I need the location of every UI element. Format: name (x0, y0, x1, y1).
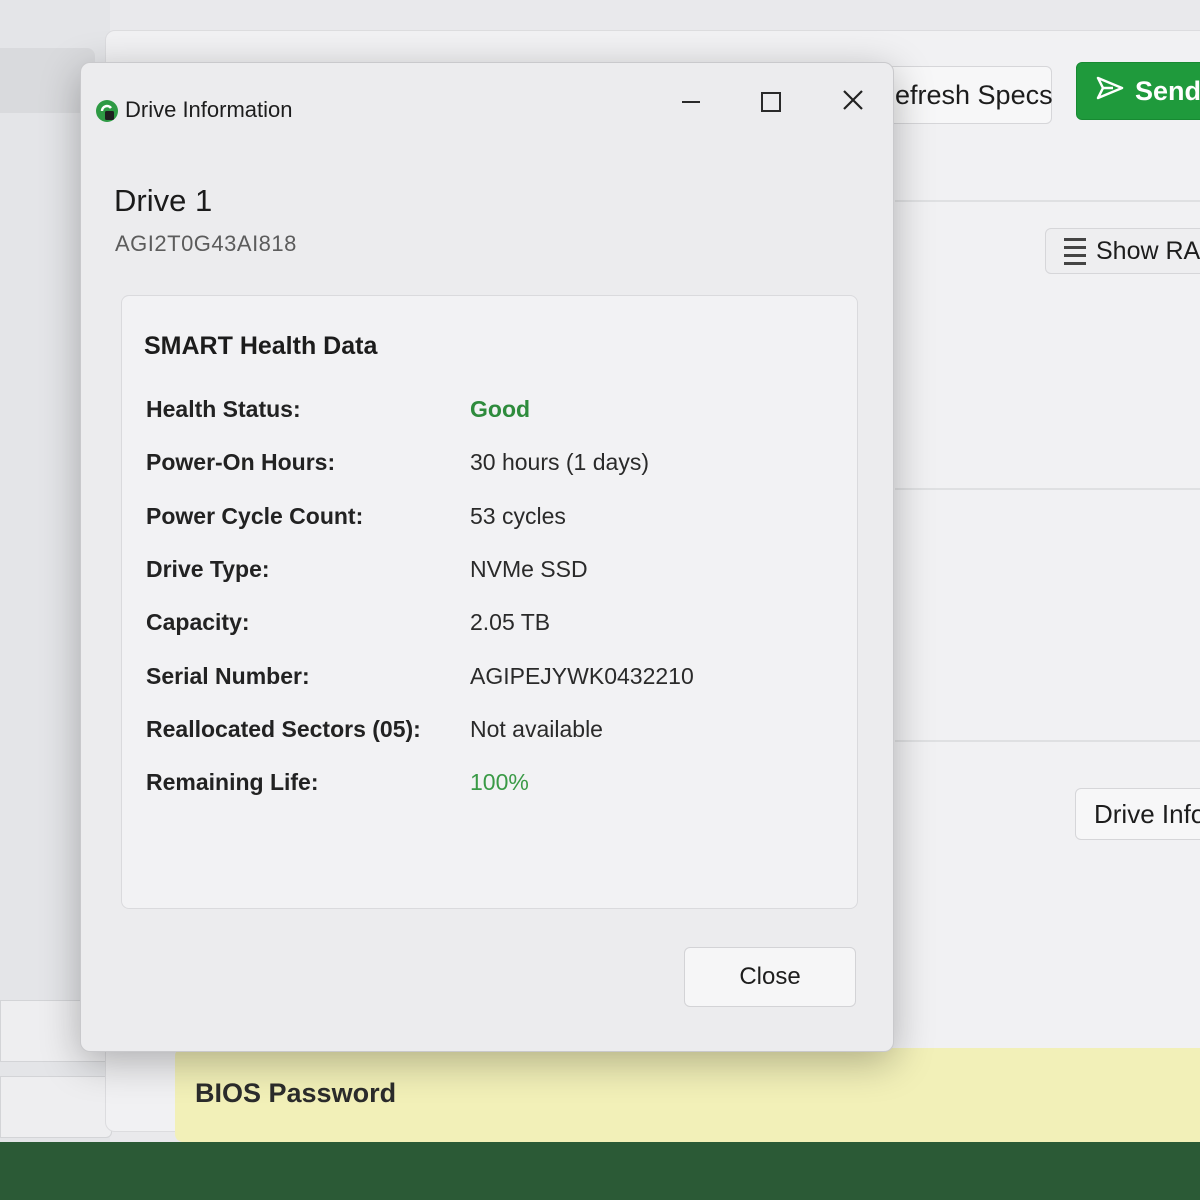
row-label: Serial Number: (146, 663, 310, 689)
row-value: 30 hours (1 days) (470, 449, 649, 475)
row-label: Power Cycle Count: (146, 503, 364, 529)
divider (895, 200, 1200, 202)
close-window-button[interactable] (823, 77, 883, 127)
remaining-life-value: 100% (470, 769, 529, 795)
row-label: Drive Type: (146, 556, 270, 582)
smart-row-serial-number: Serial Number: AGIPEJYWK0432210 (146, 663, 836, 697)
drive-model: AGI2T0G43AI818 (115, 231, 297, 256)
minimize-button[interactable] (661, 77, 721, 127)
row-value: Not available (470, 716, 603, 742)
smart-row-reallocated-sectors: Reallocated Sectors (05): Not available (146, 716, 836, 750)
background-floor (0, 1142, 1200, 1200)
row-value: AGIPEJYWK0432210 (470, 663, 694, 689)
drive-name: Drive 1 (114, 183, 213, 218)
smart-row-remaining-life: Remaining Life: 100% (146, 769, 836, 803)
divider (895, 488, 1200, 490)
refresh-specs-button[interactable]: efresh Specs (880, 66, 1053, 124)
drive-info-label: Drive Info (1094, 798, 1200, 829)
smart-row-drive-type: Drive Type: NVMe SSD (146, 556, 836, 590)
row-label: Capacity: (146, 609, 250, 635)
divider (895, 740, 1200, 742)
row-value: 2.05 TB (470, 609, 551, 635)
maximize-button[interactable] (741, 77, 801, 127)
app-icon (95, 99, 119, 123)
row-value: NVMe SSD (470, 556, 588, 582)
drive-information-dialog: Drive Information Drive 1 AGI2T0G43AI818… (80, 62, 894, 1052)
row-label: Health Status: (146, 396, 301, 422)
close-button[interactable]: Close (684, 947, 856, 1007)
send-button[interactable]: Send (1076, 62, 1200, 120)
smart-heading: SMART Health Data (144, 332, 378, 360)
row-value: 53 cycles (470, 503, 566, 529)
bios-password-banner: BIOS Password (175, 1048, 1200, 1142)
list-icon (1064, 237, 1086, 265)
row-label: Power-On Hours: (146, 449, 336, 475)
minimize-icon (682, 101, 700, 103)
smart-row-health-status: Health Status: Good (146, 396, 836, 430)
refresh-specs-label: efresh Specs (895, 79, 1053, 110)
send-label: Send (1135, 75, 1200, 106)
health-status-value: Good (470, 396, 531, 422)
smart-row-power-on-hours: Power-On Hours: 30 hours (1 days) (146, 449, 836, 483)
smart-row-power-cycle-count: Power Cycle Count: 53 cycles (146, 503, 836, 537)
dialog-titlebar[interactable]: Drive Information (81, 63, 893, 133)
show-ram-label: Show RAM (1096, 236, 1200, 265)
row-label: Remaining Life: (146, 769, 319, 795)
row-label: Reallocated Sectors (05): (146, 716, 421, 742)
dialog-title: Drive Information (125, 97, 293, 122)
bios-password-label: BIOS Password (195, 1078, 397, 1108)
close-icon (842, 89, 864, 116)
maximize-icon (761, 92, 781, 112)
show-ram-button[interactable]: Show RAM (1045, 228, 1200, 274)
drive-info-button[interactable]: Drive Info (1075, 788, 1200, 840)
sidebar-card[interactable] (0, 1076, 112, 1138)
smart-health-card: SMART Health Data Health Status: Good Po… (121, 295, 858, 909)
send-icon (1095, 75, 1125, 108)
smart-row-capacity: Capacity: 2.05 TB (146, 609, 836, 643)
